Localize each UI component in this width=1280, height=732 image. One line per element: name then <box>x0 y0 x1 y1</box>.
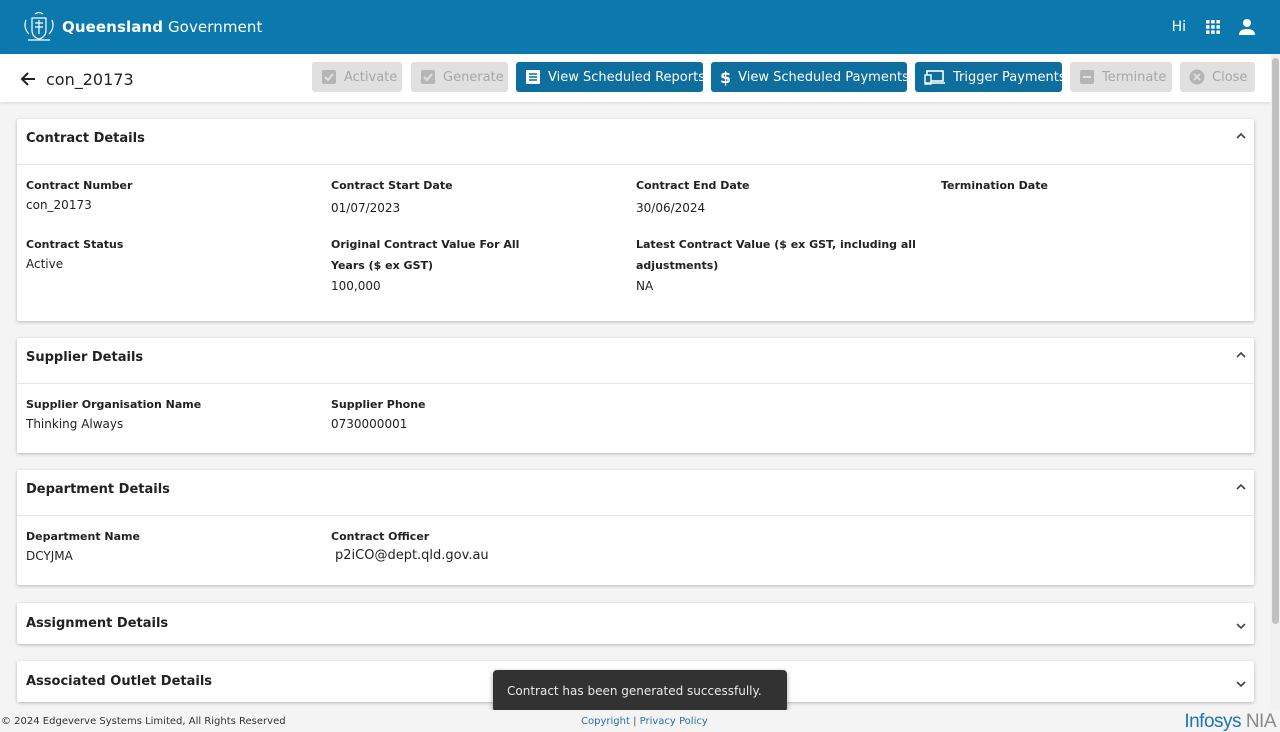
contract-officer-field: Contract Officer p2iCO@dept.qld.gov.au <box>331 526 489 565</box>
trigger-payments-label: Trigger Payments <box>953 69 1066 85</box>
checkbox-checked-icon <box>420 69 436 86</box>
field-label: Latest Contract Value ($ ex GST, includi… <box>636 238 916 251</box>
generate-label: Generate <box>443 69 504 85</box>
chevron-up-icon[interactable] <box>1234 480 1248 494</box>
chevron-up-icon[interactable] <box>1234 129 1248 143</box>
field-label: Original Contract Value For All <box>331 238 520 251</box>
field-label: adjustments) <box>636 259 719 272</box>
field-value: Active <box>26 257 64 271</box>
supplier-details-header[interactable]: Supplier Details <box>17 338 1254 384</box>
close-circle-icon <box>1189 69 1205 86</box>
contract-details-header[interactable]: Contract Details <box>17 119 1254 165</box>
contract-details-panel: Contract Details Contract Number con_201… <box>17 119 1254 321</box>
infosys-nia-logo: Infosys NIA <box>1184 711 1276 732</box>
brand-bold: Queensland <box>62 18 164 36</box>
copyright-link[interactable]: Copyright <box>581 716 630 727</box>
field-value: 100,000 <box>331 279 381 293</box>
close-label: Close <box>1212 69 1248 85</box>
field-label: Supplier Phone <box>331 398 426 411</box>
privacy-policy-link[interactable]: Privacy Policy <box>640 716 708 727</box>
field-value: 0730000001 <box>331 417 408 431</box>
panel-title: Supplier Details <box>26 350 144 365</box>
field-label: Supplier Organisation Name <box>26 398 202 411</box>
field-label: Contract Officer <box>331 530 430 543</box>
contract-action-bar: con_20173 Activate Generate View Schedul… <box>0 54 1271 102</box>
page-footer: © 2024 Edgeverve Systems Limited, All Ri… <box>0 710 1280 732</box>
panel-title: Department Details <box>26 482 170 497</box>
contract-number-field: Contract Number con_20173 <box>26 175 132 214</box>
report-list-icon <box>525 69 541 86</box>
scrollbar-thumb[interactable] <box>1272 58 1279 624</box>
supplier-details-panel: Supplier Details Supplier Organisation N… <box>17 338 1254 453</box>
view-scheduled-reports-button[interactable]: View Scheduled Reports <box>516 62 705 92</box>
chevron-up-icon[interactable] <box>1234 348 1248 362</box>
panel-title: Associated Outlet Details <box>26 674 213 689</box>
brand-name: Queensland Government <box>62 18 263 36</box>
devices-icon <box>924 69 946 86</box>
activate-label: Activate <box>344 69 398 85</box>
field-value: con_20173 <box>26 198 92 212</box>
termination-date-field: Termination Date <box>941 175 1048 196</box>
field-value: 01/07/2023 <box>331 201 401 215</box>
panel-title: Assignment Details <box>26 616 169 631</box>
link-separator: | <box>633 716 637 727</box>
chevron-down-icon[interactable] <box>1234 619 1248 633</box>
contract-start-date-field: Contract Start Date 01/07/2023 <box>331 175 453 217</box>
view-reports-label: View Scheduled Reports <box>548 69 705 85</box>
field-value: DCYJMA <box>26 549 73 563</box>
supplier-organisation-field: Supplier Organisation Name Thinking Alwa… <box>26 394 201 433</box>
field-label: Contract Start Date <box>331 179 453 192</box>
department-details-panel: Department Details Department Name DCYJM… <box>17 470 1254 585</box>
logo-main: Infosys <box>1184 711 1242 732</box>
field-label: Contract End Date <box>636 179 750 192</box>
field-label: Department Name <box>26 530 140 543</box>
field-label: Contract Status <box>26 238 124 251</box>
coat-of-arms-icon <box>24 11 54 41</box>
chevron-down-icon[interactable] <box>1234 677 1248 691</box>
minus-box-icon <box>1079 69 1095 86</box>
apps-grid-icon[interactable] <box>1202 16 1224 38</box>
contract-status-field: Contract Status Active <box>26 234 123 273</box>
assignment-details-header[interactable]: Assignment Details <box>17 603 1254 644</box>
view-payments-label: View Scheduled Payments <box>738 69 909 85</box>
page-title: con_20173 <box>46 70 134 89</box>
field-value: p2iCO@dept.qld.gov.au <box>335 548 489 563</box>
footer-links: Copyright | Privacy Policy <box>581 716 708 727</box>
copyright-text: © 2024 Edgeverve Systems Limited, All Ri… <box>1 716 286 727</box>
supplier-phone-field: Supplier Phone 0730000001 <box>331 394 426 433</box>
greeting-text: Hi <box>1171 19 1186 35</box>
department-name-field: Department Name DCYJMA <box>26 526 140 565</box>
success-toast: Contract has been generated successfully… <box>493 670 787 712</box>
checkbox-checked-icon <box>321 69 337 86</box>
department-details-header[interactable]: Department Details <box>17 470 1254 516</box>
trigger-payments-button[interactable]: Trigger Payments <box>915 62 1066 92</box>
logo-suffix: NIA <box>1245 711 1277 732</box>
generate-button[interactable]: Generate <box>411 62 508 92</box>
toast-message: Contract has been generated successfully… <box>507 684 762 698</box>
dollar-icon: $ <box>720 67 732 87</box>
field-value: NA <box>636 279 654 293</box>
field-label: Contract Number <box>26 179 133 192</box>
assignment-details-panel: Assignment Details <box>17 603 1254 644</box>
original-contract-value-field: Original Contract Value For All Years ($… <box>331 234 519 295</box>
contract-content: Contract Details Contract Number con_201… <box>0 102 1271 710</box>
top-app-bar: Queensland Government Hi <box>0 0 1280 54</box>
field-label: Years ($ ex GST) <box>331 259 434 272</box>
terminate-label: Terminate <box>1102 69 1167 85</box>
contract-end-date-field: Contract End Date 30/06/2024 <box>636 175 750 217</box>
field-label: Termination Date <box>941 179 1048 192</box>
user-account-icon[interactable] <box>1236 16 1258 38</box>
qld-government-logo[interactable]: Queensland Government <box>20 10 263 44</box>
close-button[interactable]: Close <box>1180 62 1255 92</box>
panel-title: Contract Details <box>26 131 145 146</box>
field-value: Thinking Always <box>26 417 124 431</box>
brand-light: Government <box>167 18 263 36</box>
field-value: 30/06/2024 <box>636 201 706 215</box>
terminate-button[interactable]: Terminate <box>1070 62 1172 92</box>
back-arrow-icon[interactable] <box>18 69 38 89</box>
view-scheduled-payments-button[interactable]: $ View Scheduled Payments <box>711 62 909 92</box>
latest-contract-value-field: Latest Contract Value ($ ex GST, includi… <box>636 234 916 295</box>
activate-button[interactable]: Activate <box>312 62 402 92</box>
